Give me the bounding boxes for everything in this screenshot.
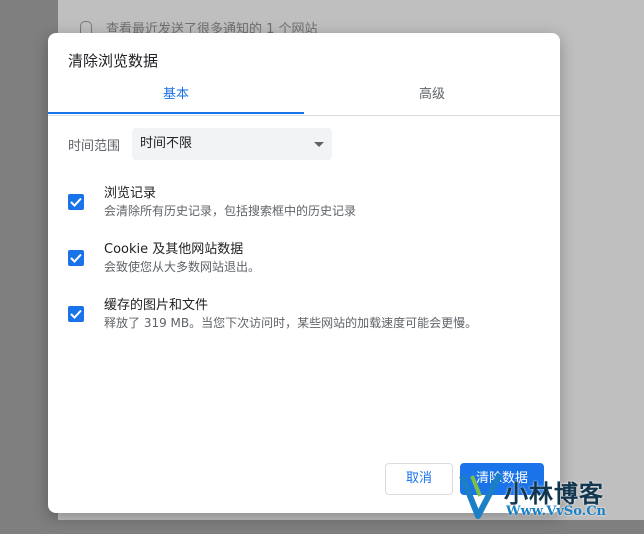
- option-title: Cookie 及其他网站数据: [104, 242, 244, 257]
- dropdown-arrow-icon: [314, 142, 324, 147]
- checkmark-icon: [70, 309, 82, 319]
- browsing-history-checkbox[interactable]: [68, 194, 84, 210]
- option-description: 释放了 319 MB。当您下次访问时，某些网站的加载速度可能会更慢。: [104, 316, 478, 330]
- time-range-select[interactable]: 时间不限: [132, 128, 332, 160]
- checkmark-icon: [70, 197, 82, 207]
- option-title: 缓存的图片和文件: [104, 298, 209, 313]
- time-range-value: 时间不限: [140, 136, 193, 151]
- cookies-checkbox[interactable]: [68, 250, 84, 266]
- dialog-title: 清除浏览数据: [68, 52, 159, 70]
- cancel-button[interactable]: 取消: [385, 463, 453, 495]
- tab-basic[interactable]: 基本: [48, 82, 304, 114]
- cached-files-checkbox[interactable]: [68, 306, 84, 322]
- time-range-label: 时间范围: [68, 139, 121, 154]
- option-title: 浏览记录: [104, 186, 157, 201]
- option-description: 会清除所有历史记录，包括搜索框中的历史记录: [104, 204, 357, 218]
- clear-data-button[interactable]: 清除数据: [460, 463, 544, 495]
- tab-advanced[interactable]: 高级: [304, 82, 560, 115]
- tab-bar: 基本 高级: [48, 82, 560, 116]
- checkmark-icon: [70, 253, 82, 263]
- option-description: 会致使您从大多数网站退出。: [104, 260, 261, 274]
- clear-browsing-data-dialog: 清除浏览数据 基本 高级 时间范围 时间不限 浏览记录 会清除所有历史记录，包括…: [48, 33, 560, 513]
